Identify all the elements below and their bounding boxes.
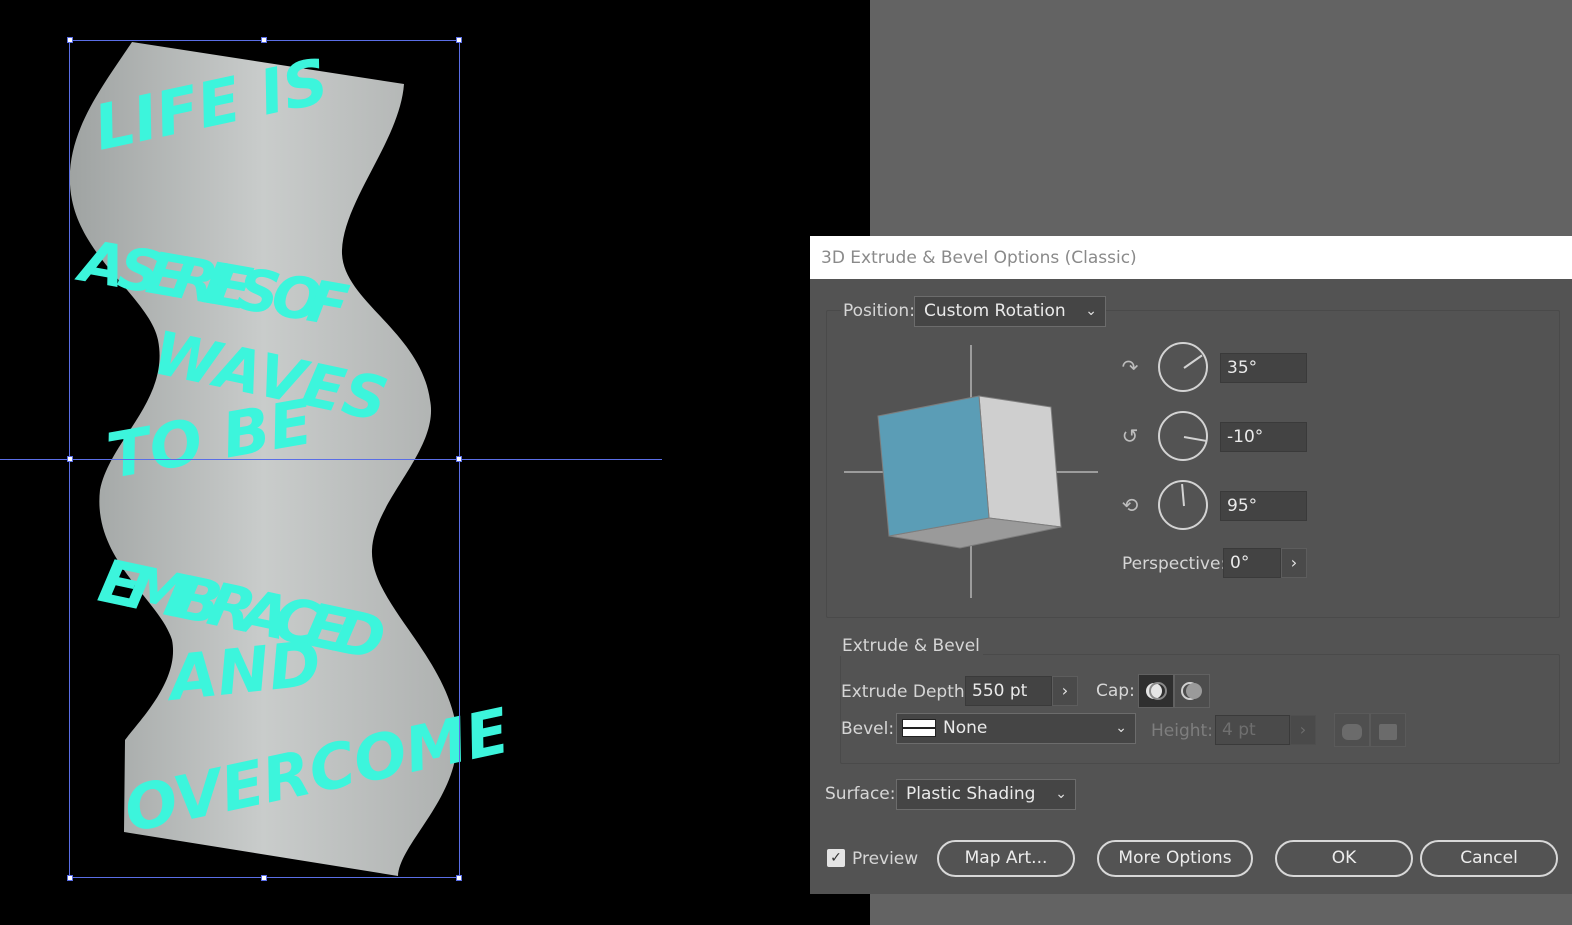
z-rotation-field[interactable]: 95° — [1220, 491, 1307, 521]
extrude-depth-field[interactable]: 550 pt — [965, 676, 1052, 706]
cap-on-icon — [1146, 682, 1167, 700]
map-art-button[interactable]: Map Art... — [937, 840, 1075, 877]
cap-off-button[interactable] — [1174, 674, 1210, 708]
selection-handle[interactable] — [456, 37, 462, 43]
bevel-label: Bevel: — [841, 719, 895, 739]
surface-value: Plastic Shading — [906, 784, 1036, 804]
selection-handle[interactable] — [261, 37, 267, 43]
bevel-swatch-icon — [902, 719, 936, 737]
selection-handle[interactable] — [67, 37, 73, 43]
surface-dropdown[interactable]: Plastic Shading ⌄ — [896, 779, 1076, 810]
bevel-in-icon — [1379, 724, 1397, 740]
height-label: Height: — [1151, 721, 1213, 741]
cube-front-face — [877, 395, 990, 537]
chevron-down-icon: ⌄ — [1055, 786, 1067, 802]
bevel-out-button[interactable] — [1334, 713, 1370, 747]
selection-handle[interactable] — [456, 875, 462, 881]
cancel-button[interactable]: Cancel — [1420, 840, 1558, 877]
bevel-value: None — [943, 718, 988, 738]
perspective-slider-button[interactable]: › — [1281, 548, 1307, 578]
horizontal-guide — [0, 459, 662, 460]
height-slider-button[interactable]: › — [1290, 715, 1316, 745]
rotate-x-axis-icon: ↷ — [1121, 355, 1139, 379]
rotate-y-axis-icon: ↺ — [1121, 424, 1139, 448]
perspective-field[interactable]: 0° — [1223, 548, 1281, 578]
more-options-button[interactable]: More Options — [1097, 840, 1253, 877]
bevel-dropdown[interactable]: None ⌄ — [896, 713, 1136, 744]
x-rotation-dial[interactable] — [1158, 342, 1208, 392]
extrude-depth-label: Extrude Depth: — [841, 682, 971, 702]
chevron-down-icon: ⌄ — [1115, 720, 1127, 736]
bevel-in-button[interactable] — [1370, 713, 1406, 747]
extrude-bevel-dialog: 3D Extrude & Bevel Options (Classic) Pos… — [810, 236, 1572, 894]
y-rotation-dial[interactable] — [1158, 411, 1208, 461]
selection-handle[interactable] — [261, 875, 267, 881]
rotate-z-axis-icon: ⟲ — [1121, 493, 1139, 517]
selection-handle[interactable] — [67, 456, 73, 462]
z-rotation-dial[interactable] — [1158, 480, 1208, 530]
dialog-titlebar[interactable]: 3D Extrude & Bevel Options (Classic) — [810, 236, 1572, 279]
surface-label: Surface: — [825, 784, 896, 804]
rotation-cube-widget[interactable] — [840, 342, 1106, 602]
cap-on-button[interactable] — [1138, 674, 1174, 708]
dialog-title: 3D Extrude & Bevel Options (Classic) — [821, 248, 1137, 268]
selection-handle[interactable] — [67, 875, 73, 881]
chevron-down-icon: ⌄ — [1085, 303, 1097, 319]
ok-button[interactable]: OK — [1275, 840, 1413, 877]
position-dropdown[interactable]: Custom Rotation ⌄ — [914, 296, 1106, 327]
preview-label[interactable]: Preview — [852, 849, 918, 869]
y-rotation-field[interactable]: -10° — [1220, 422, 1307, 452]
cap-off-icon — [1181, 682, 1202, 700]
extrude-depth-slider-button[interactable]: › — [1052, 676, 1078, 706]
extrude-bevel-section-label: Extrude & Bevel — [839, 636, 983, 656]
position-value: Custom Rotation — [924, 301, 1066, 321]
x-rotation-field[interactable]: 35° — [1220, 353, 1307, 383]
height-field[interactable]: 4 pt — [1215, 715, 1290, 745]
cap-label: Cap: — [1096, 681, 1135, 701]
preview-checkbox[interactable]: ✓ — [827, 849, 845, 867]
perspective-label: Perspective: — [1122, 554, 1227, 574]
bevel-out-icon — [1342, 724, 1362, 740]
cube-side-face — [978, 395, 1062, 528]
artboard-canvas[interactable]: LIFE IS A SERIES OF WAVES TO BE EMBRACED AND O… — [0, 0, 870, 925]
position-label: Position: — [841, 301, 917, 321]
selection-handle[interactable] — [456, 456, 462, 462]
